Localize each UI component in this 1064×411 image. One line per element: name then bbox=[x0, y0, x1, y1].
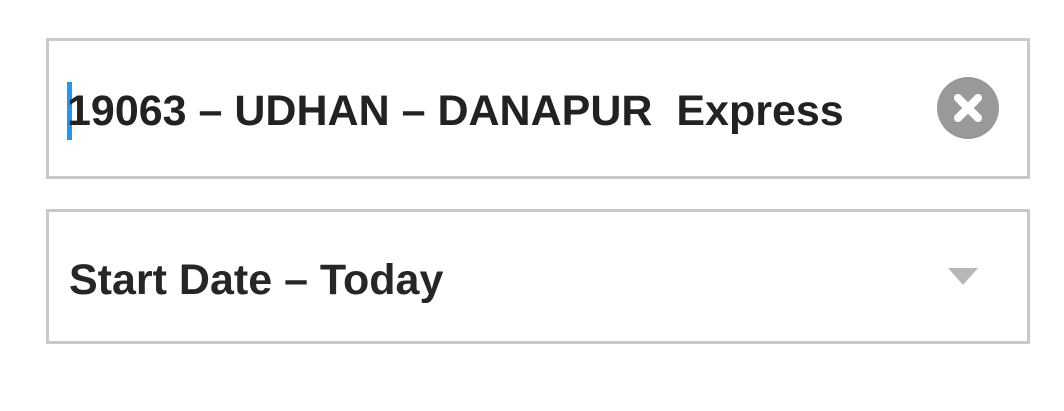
start-date-label: Start Date – Today bbox=[69, 256, 444, 304]
train-search-input[interactable] bbox=[67, 81, 927, 141]
dropdown-arrow-icon bbox=[948, 268, 978, 285]
train-search-form: Start Date – Today bbox=[0, 0, 1064, 411]
train-search-field[interactable] bbox=[46, 38, 1030, 179]
close-icon bbox=[954, 94, 982, 122]
start-date-dropdown[interactable]: Start Date – Today bbox=[46, 209, 1030, 344]
clear-icon[interactable] bbox=[937, 77, 999, 139]
